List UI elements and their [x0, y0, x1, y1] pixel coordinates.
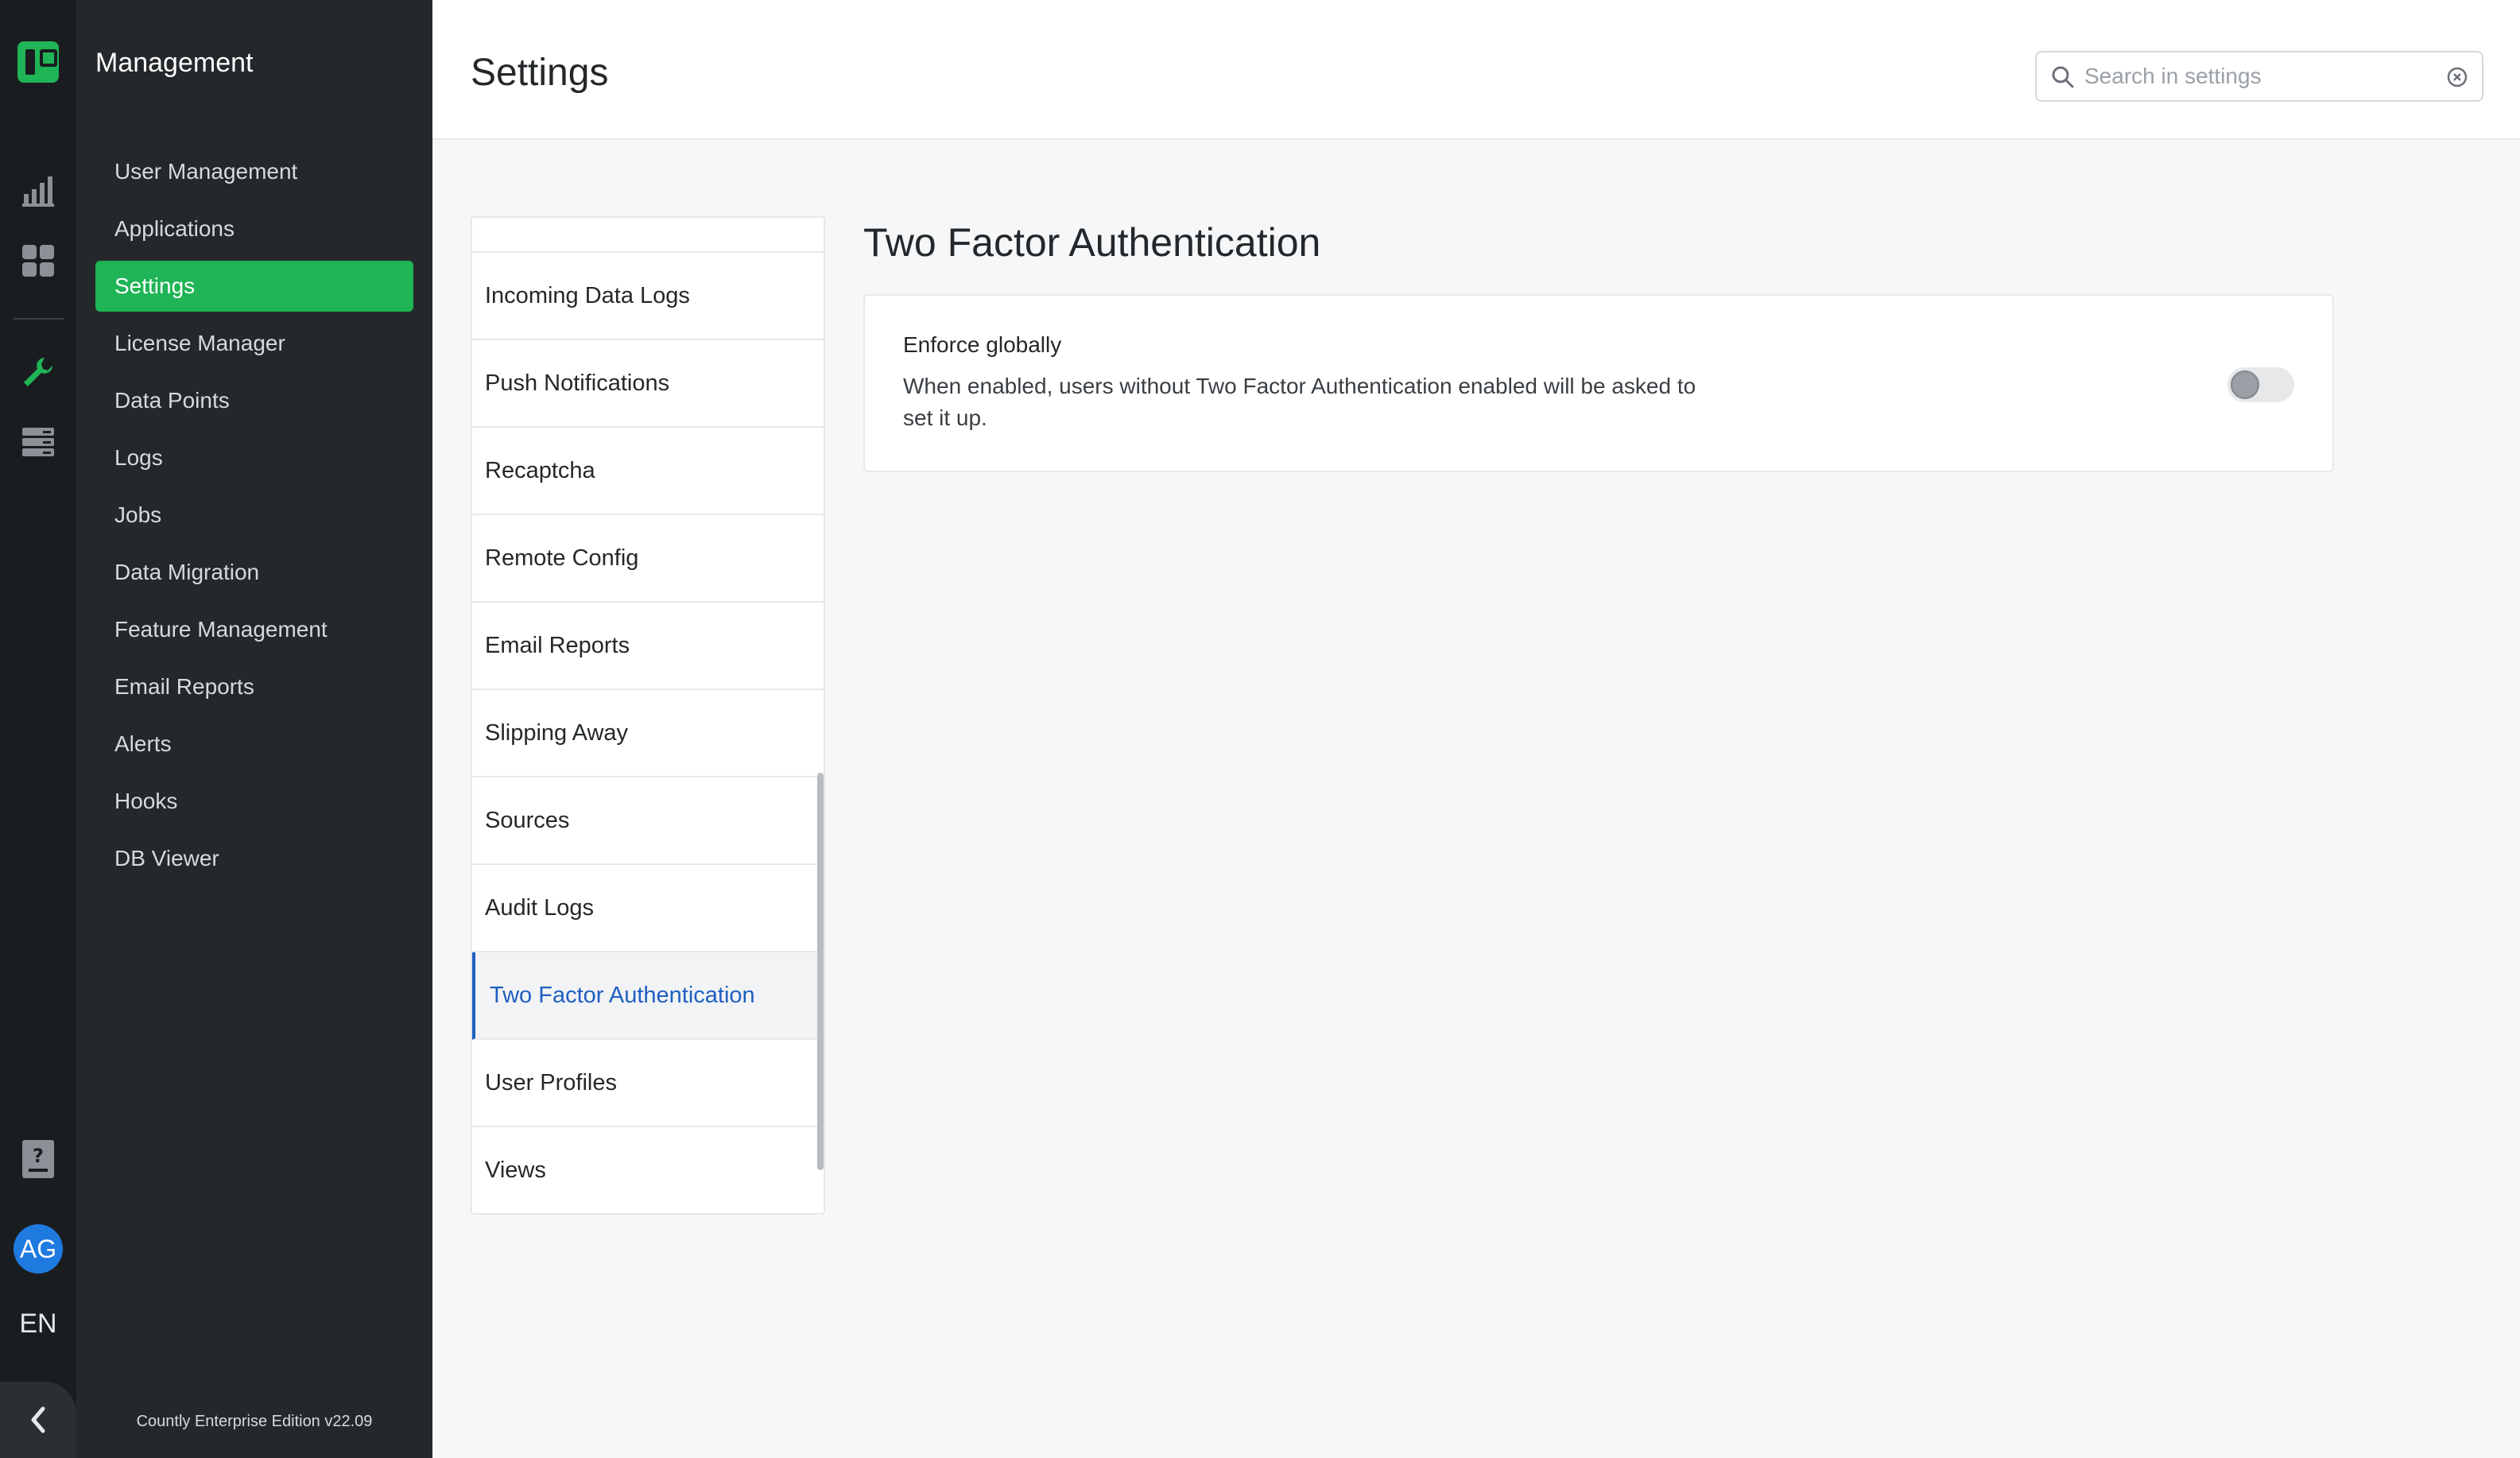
settings-item-slipping-away[interactable]: Slipping Away [472, 690, 824, 777]
countly-logo-icon[interactable] [0, 41, 76, 83]
dashboard-grid-icon[interactable] [0, 243, 76, 278]
list-scrollbar[interactable] [817, 773, 824, 1170]
language-wrap: EN [0, 1309, 76, 1340]
sidebar-item-data-migration[interactable]: Data Migration [95, 547, 413, 598]
avatar-wrap[interactable]: AG [0, 1224, 76, 1274]
sidebar-item-email-reports[interactable]: Email Reports [95, 661, 413, 712]
language-selector[interactable]: EN [19, 1309, 56, 1340]
wrench-icon[interactable] [0, 355, 76, 390]
svg-text:?: ? [33, 1145, 44, 1167]
sidebar-item-alerts[interactable]: Alerts [95, 719, 413, 770]
clear-search-icon[interactable] [2447, 67, 2468, 87]
sidebar-item-hooks[interactable]: Hooks [95, 776, 413, 827]
search-icon [2052, 66, 2074, 88]
setting-description: When enabled, users without Two Factor A… [903, 374, 1696, 430]
settings-item-remote-config[interactable]: Remote Config [472, 515, 824, 603]
settings-item-sources[interactable]: Sources [472, 777, 824, 865]
sidebar-item-jobs[interactable]: Jobs [95, 490, 413, 541]
settings-list: Incoming Data Logs Push Notifications Re… [471, 216, 825, 1215]
settings-item-user-profiles[interactable]: User Profiles [472, 1040, 824, 1127]
server-stack-icon[interactable] [0, 425, 76, 460]
settings-item-recaptcha[interactable]: Recaptcha [472, 428, 824, 515]
sidebar-item-user-management[interactable]: User Management [95, 146, 413, 197]
sidebar-item-settings[interactable]: Settings [95, 261, 413, 312]
sidebar-item-license-manager[interactable]: License Manager [95, 318, 413, 369]
section-title: Two Factor Authentication [863, 220, 1321, 265]
sidebar-title: Management [95, 48, 254, 78]
setting-label: Enforce globally [903, 332, 1062, 357]
sidebar-item-logs[interactable]: Logs [95, 432, 413, 483]
settings-item-views[interactable]: Views [472, 1127, 824, 1213]
list-top-spacer [472, 218, 824, 253]
page-title: Settings [471, 52, 609, 94]
analytics-bar-chart-icon[interactable] [0, 173, 76, 208]
page-header: Settings [432, 0, 2520, 140]
icon-rail: ? AG EN [0, 0, 76, 1458]
toggle-knob [2231, 370, 2259, 399]
sidebar-item-feature-management[interactable]: Feature Management [95, 604, 413, 655]
sidebar-item-data-points[interactable]: Data Points [95, 375, 413, 426]
chevron-left-icon [31, 1406, 45, 1433]
settings-item-email-reports[interactable]: Email Reports [472, 603, 824, 690]
management-sidebar: Management User Management Applications … [76, 0, 432, 1458]
sidebar-item-db-viewer[interactable]: DB Viewer [95, 833, 413, 884]
search-input[interactable] [2084, 59, 2434, 94]
sidebar-item-applications[interactable]: Applications [95, 204, 413, 254]
edition-label: Countly Enterprise Edition v22.09 [136, 1413, 373, 1430]
search-box[interactable] [2035, 51, 2483, 102]
help-document-icon[interactable]: ? [0, 1138, 76, 1180]
collapse-sidebar-button[interactable] [0, 1382, 76, 1458]
settings-item-incoming-data-logs[interactable]: Incoming Data Logs [472, 253, 824, 340]
enforce-globally-toggle[interactable] [2227, 367, 2294, 402]
avatar[interactable]: AG [14, 1224, 63, 1274]
settings-item-push-notifications[interactable]: Push Notifications [472, 340, 824, 428]
settings-item-audit-logs[interactable]: Audit Logs [472, 865, 824, 952]
rail-divider [13, 318, 64, 320]
management-nav: User Management Applications Settings Li… [95, 146, 413, 890]
settings-item-two-factor-authentication[interactable]: Two Factor Authentication [472, 952, 824, 1040]
setting-card: Enforce globally When enabled, users wit… [863, 294, 2334, 472]
